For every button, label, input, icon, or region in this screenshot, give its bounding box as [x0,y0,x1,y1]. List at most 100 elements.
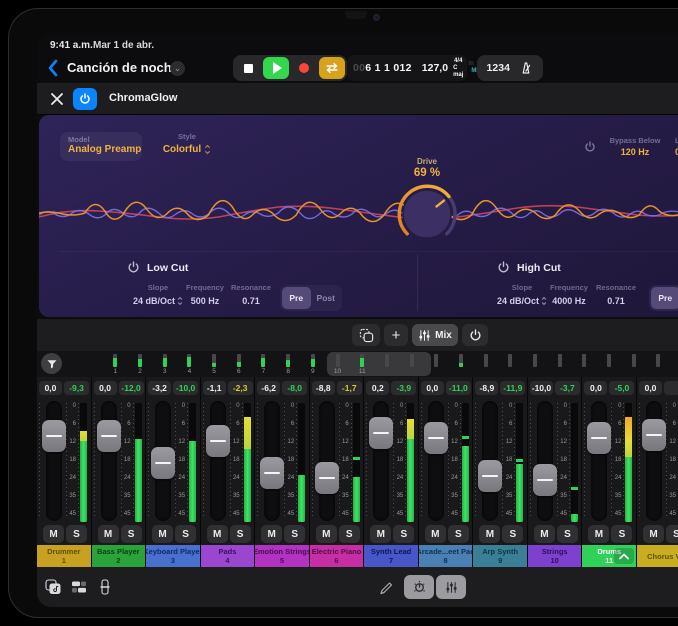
fader-track[interactable] [319,401,335,521]
overview-channel[interactable] [547,351,572,377]
drive-knob[interactable] [392,179,462,249]
track-label[interactable]: Emotion Strings5 [255,545,309,567]
fader-handle[interactable] [260,457,284,489]
fader-track[interactable] [591,401,607,521]
track-label[interactable]: Drummer1 [37,545,91,567]
highcut-resonance[interactable]: Resonance 0.71 [584,283,648,306]
overview-channel[interactable]: 7 [251,351,276,377]
loop-browser-icon[interactable] [45,579,62,595]
track-label[interactable]: Bass Player2 [92,545,146,567]
overview-channel[interactable] [424,351,449,377]
mute-button[interactable]: M [316,525,337,543]
fader-handle[interactable] [42,420,66,452]
tracks-icon[interactable] [71,579,87,595]
lowcut-resonance[interactable]: Resonance 0.71 [219,283,283,306]
track-label[interactable]: Arp Synth9 [473,545,527,567]
solo-button[interactable]: S [339,525,360,543]
model-selector[interactable]: Model Analog Preamp [60,132,142,161]
mute-button[interactable]: M [152,525,173,543]
controls-view-button[interactable] [404,575,434,599]
mixer-view-button[interactable] [436,575,466,599]
overview-channel[interactable]: 8 [276,351,301,377]
stop-button[interactable] [235,57,261,79]
volume-value[interactable]: 0,0 [421,381,444,395]
edit-pencil-icon[interactable] [379,581,393,595]
solo-button[interactable]: S [66,525,87,543]
add-track-button[interactable]: + [384,324,408,346]
style-selector[interactable]: Style Colorful [157,132,217,155]
mute-button[interactable]: M [43,525,64,543]
overview-channel[interactable]: 5 [202,351,227,377]
project-menu-chevron-icon[interactable]: ⌄ [170,61,185,76]
fader-handle[interactable] [642,419,666,451]
duplicate-button[interactable] [352,324,380,346]
overview-channel[interactable] [498,351,523,377]
overview-channel[interactable] [375,351,400,377]
track-label[interactable]: Drums11 [582,545,636,567]
overview-channel[interactable]: 10 [325,351,350,377]
track-label[interactable]: Pads4 [201,545,255,567]
overview-channel[interactable] [671,351,678,377]
mute-button[interactable]: M [370,525,391,543]
track-label[interactable]: Chorus V [637,545,678,567]
record-button[interactable] [291,57,317,79]
mute-button[interactable]: M [261,525,282,543]
fader-handle[interactable] [97,420,121,452]
mute-button[interactable]: M [98,525,119,543]
overview-channel[interactable] [621,351,646,377]
highcut-pre-button[interactable]: Pre [651,287,678,309]
volume-value[interactable]: 0,0 [94,381,117,395]
solo-button[interactable]: S [502,525,523,543]
overview-channel[interactable] [646,351,671,377]
track-label[interactable]: Arcade...eet Pad8 [419,545,473,567]
highcut-power-icon[interactable] [497,261,510,274]
solo-button[interactable]: S [666,525,678,543]
fader-track[interactable] [101,401,117,521]
bypass-control[interactable]: Bypass Below 120 Hz [604,136,666,157]
project-title[interactable]: Canción de noche [67,60,179,75]
volume-value[interactable]: -6,2 [257,381,280,395]
lowcut-power-icon[interactable] [127,261,140,274]
overview-channel[interactable]: 6 [226,351,251,377]
back-chevron-icon[interactable] [45,58,63,78]
overview-channel[interactable]: 1 [103,351,128,377]
fader-track[interactable] [537,401,553,521]
track-collapse-button[interactable] [614,548,634,564]
overview-channel[interactable] [597,351,622,377]
lcd-display[interactable]: 006 1 1 012 127,0 4/4C maj InOut MIDI [347,55,467,81]
overview-channel[interactable] [449,351,474,377]
volume-value[interactable]: 0,0 [584,381,607,395]
play-button[interactable] [263,57,289,79]
lowcut-post-button[interactable]: Post [312,287,341,309]
mixer-power-button[interactable] [462,324,488,346]
fader-icon[interactable] [97,579,113,595]
overview-channel[interactable]: 4 [177,351,202,377]
overview-channel[interactable] [572,351,597,377]
volume-value[interactable]: 0,0 [639,381,662,395]
bypass-power-icon[interactable] [584,141,596,153]
mute-button[interactable]: M [479,525,500,543]
mute-button[interactable]: M [643,525,664,543]
overview-channel[interactable] [473,351,498,377]
fader-track[interactable] [46,401,62,521]
volume-value[interactable]: -10,0 [530,381,553,395]
cycle-button[interactable] [319,57,345,79]
filter-button[interactable] [41,353,62,374]
lowcut-pre-button[interactable]: Pre [282,287,311,309]
plugin-power-button[interactable] [73,88,97,110]
solo-button[interactable]: S [175,525,196,543]
fader-handle[interactable] [478,460,502,492]
volume-value[interactable]: -8,9 [475,381,498,395]
close-icon[interactable] [49,91,65,107]
solo-button[interactable]: S [121,525,142,543]
fader-handle[interactable] [315,462,339,494]
volume-value[interactable]: 0,2 [366,381,389,395]
fader-handle[interactable] [206,425,230,457]
overview-channel[interactable]: 11 [350,351,375,377]
mute-button[interactable]: M [425,525,446,543]
solo-button[interactable]: S [611,525,632,543]
fader-handle[interactable] [533,464,557,496]
overview-channel[interactable] [399,351,424,377]
fader-track[interactable] [210,401,226,521]
mute-button[interactable]: M [534,525,555,543]
